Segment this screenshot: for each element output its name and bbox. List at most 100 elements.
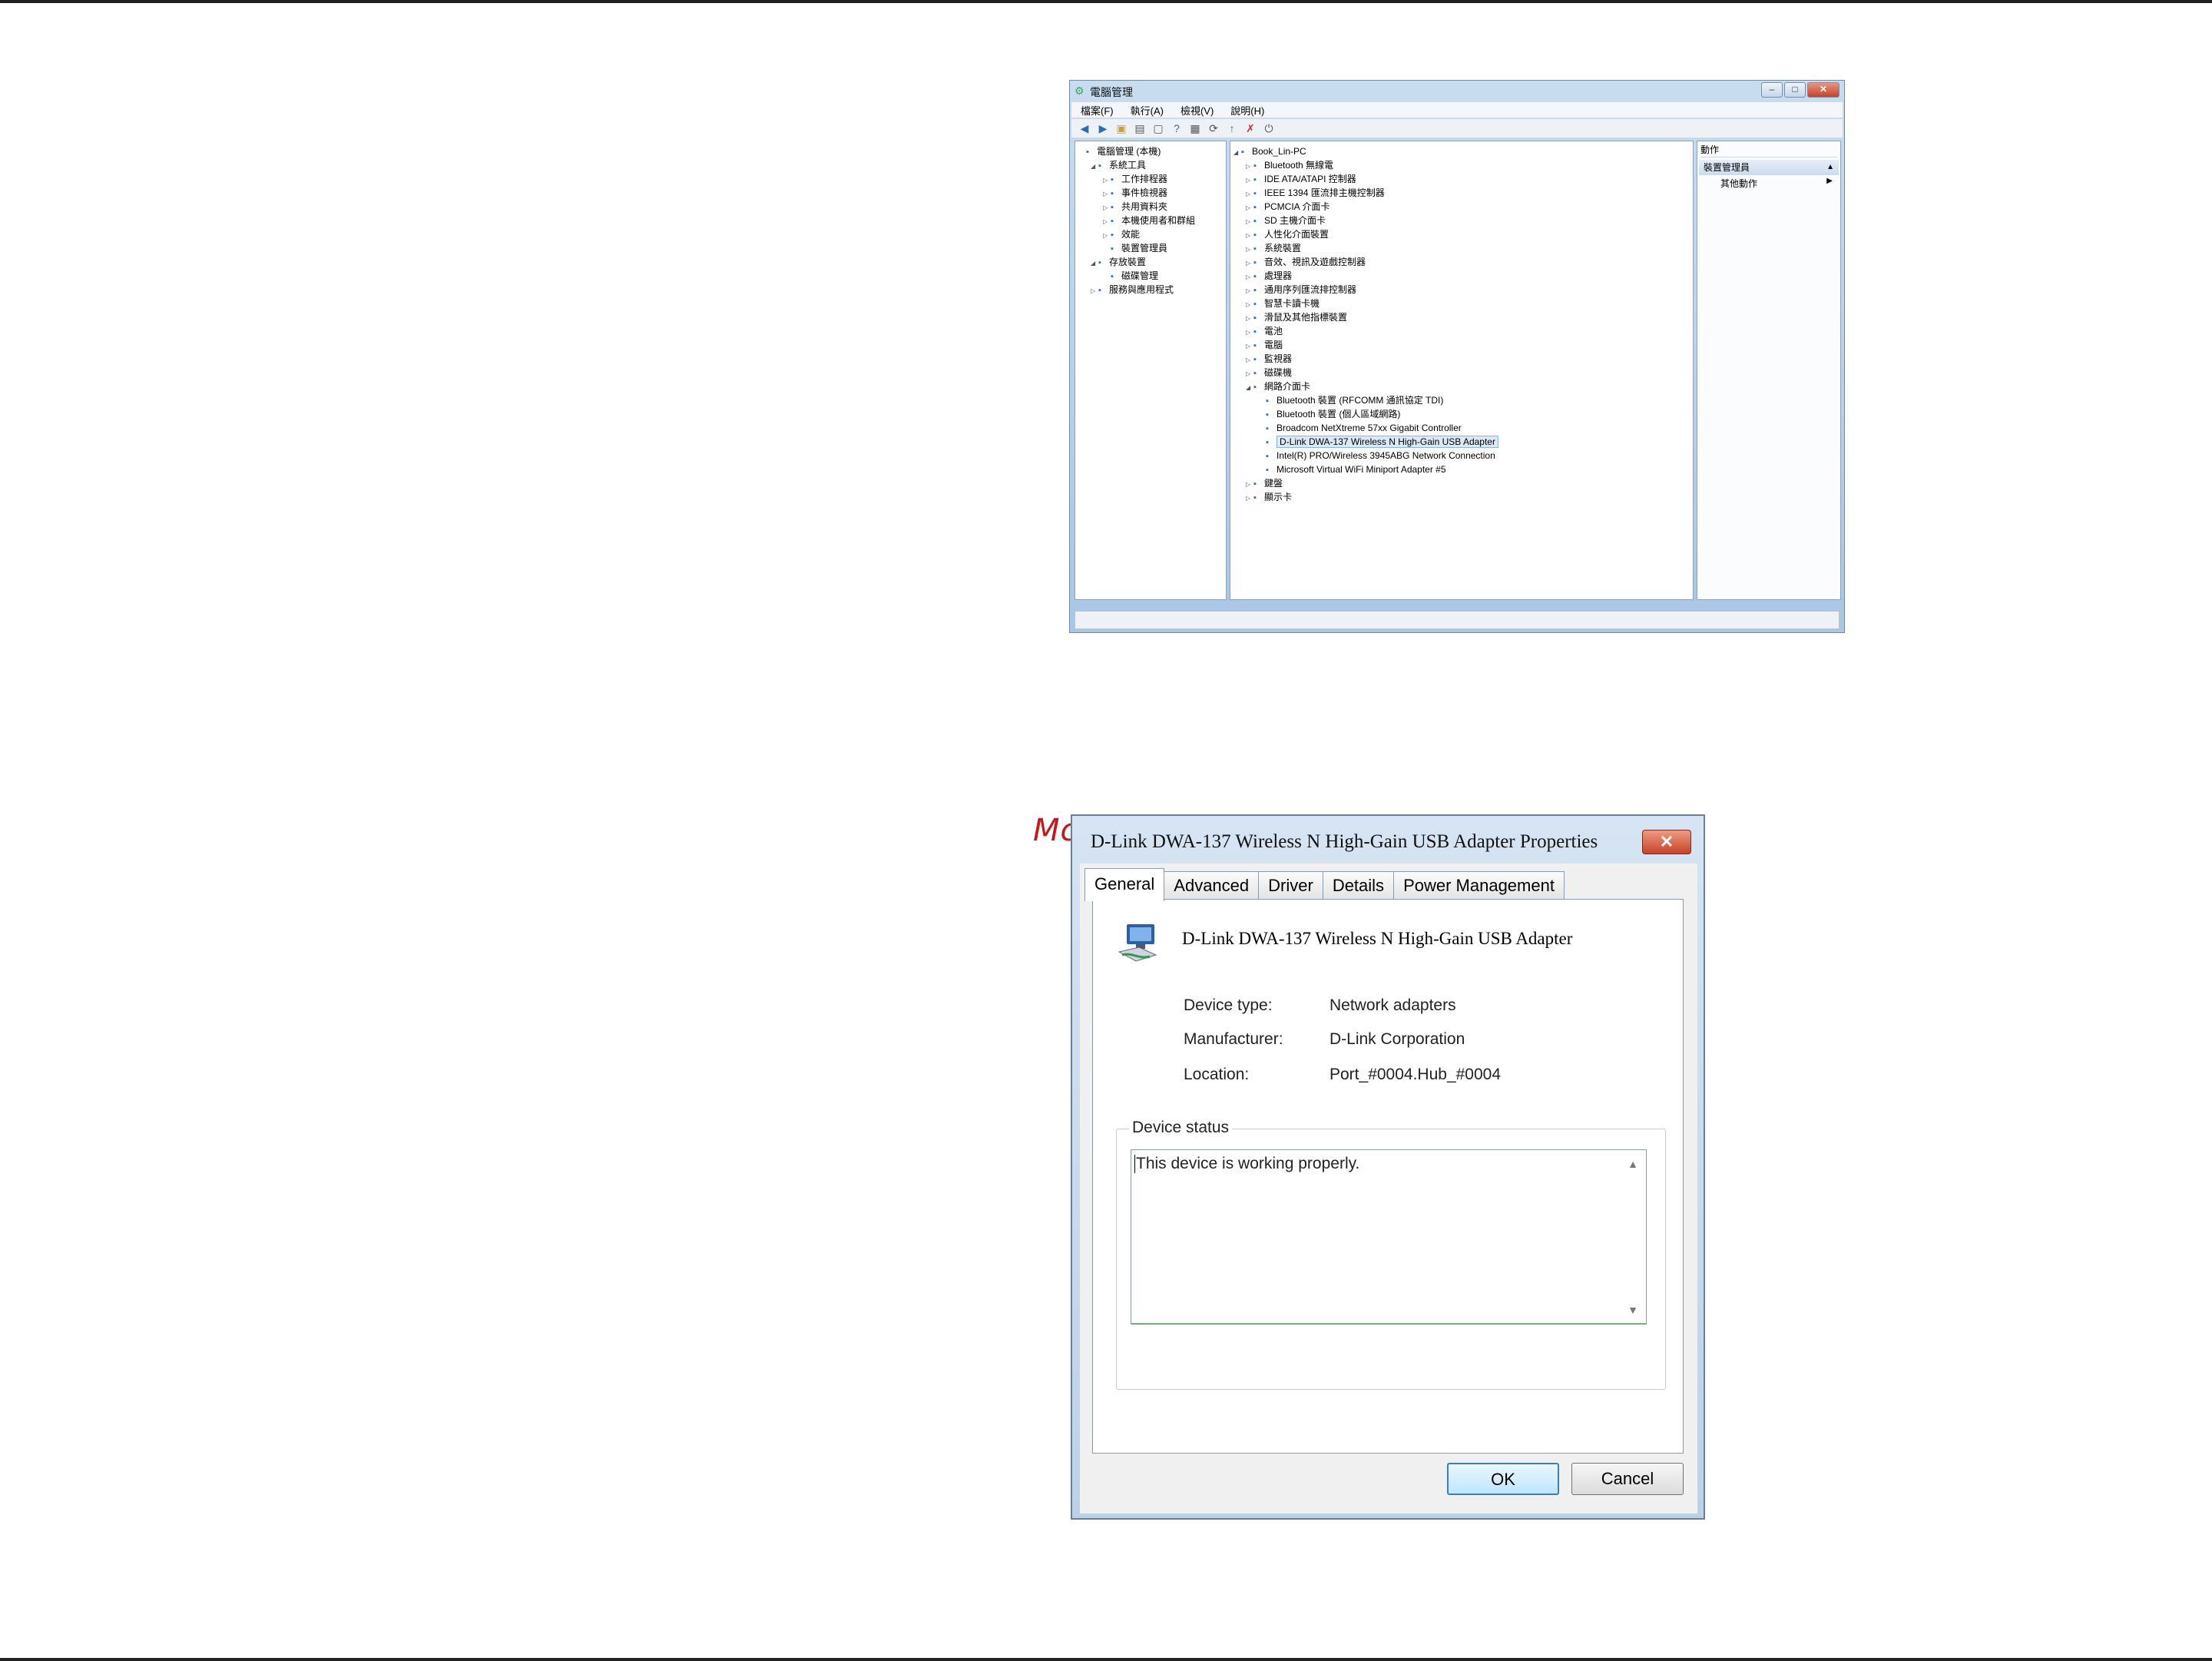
hid-icon: ▪ xyxy=(1253,230,1257,240)
console-tree-label: 服務與應用程式 xyxy=(1109,284,1174,295)
expanded-arrow-icon[interactable]: ◢ xyxy=(1246,381,1253,395)
device-tree-item[interactable]: ▷ ▪ Bluetooth 無線電 xyxy=(1246,158,1333,172)
console-tree-item[interactable]: ▷ ▪ 服務與應用程式 xyxy=(1091,283,1174,297)
display-icon: ▪ xyxy=(1253,493,1257,502)
cancel-button[interactable]: Cancel xyxy=(1571,1463,1684,1495)
ide-icon: ▪ xyxy=(1253,175,1257,184)
console-tree-item[interactable]: ▷ ▪ 工作排程器 xyxy=(1103,172,1167,186)
actions-section[interactable]: 裝置管理員 ▲ xyxy=(1699,160,1839,175)
console-tree-item[interactable]: ▪ 磁碟管理 xyxy=(1103,269,1158,283)
location-label: Location: xyxy=(1184,1066,1250,1083)
device-tree-item[interactable]: ▷ ▪ 電池 xyxy=(1246,324,1283,338)
network-icon: ▪ xyxy=(1253,383,1257,392)
device-tree-item[interactable]: ▪ Bluetooth 裝置 (RFCOMM 通訊協定 TDI) xyxy=(1258,393,1443,407)
tab-power-management[interactable]: Power Management xyxy=(1393,871,1565,900)
top-rule xyxy=(0,0,2212,3)
expanded-arrow-icon[interactable]: ◢ xyxy=(1233,146,1241,160)
device-tree-item[interactable]: ▷ ▪ 滑鼠及其他指標裝置 xyxy=(1246,310,1347,324)
tab-details[interactable]: Details xyxy=(1322,871,1395,900)
device-tree-item[interactable]: ▷ ▪ 智慧卡讀卡機 xyxy=(1246,297,1320,310)
device-status-textbox[interactable]: This device is working properly. ▲ ▼ xyxy=(1131,1149,1647,1324)
dialog-close-button[interactable]: ✕ xyxy=(1642,830,1691,854)
device-tree-item[interactable]: ▪ D-Link DWA-137 Wireless N High-Gain USB… xyxy=(1258,435,1498,449)
device-tree-pane: ◢ ▪ Book_Lin-PC ▷ ▪ Bluetooth 無線電 ▷ ▪ IDE ATA/AT… xyxy=(1230,141,1694,600)
scroll-up-icon[interactable]: ▲ xyxy=(1628,1158,1638,1170)
collapsed-arrow-icon[interactable]: ▷ xyxy=(1091,284,1098,298)
properties-dialog: D-Link DWA-137 Wireless N High-Gain USB … xyxy=(1071,814,1705,1520)
device-tree-item[interactable]: ◢ ▪ Book_Lin-PC xyxy=(1233,144,1306,158)
uninstall-icon[interactable]: ✗ xyxy=(1243,121,1257,135)
device-tree-item[interactable]: ▷ ▪ 系統裝置 xyxy=(1246,241,1301,255)
firewire-icon: ▪ xyxy=(1253,189,1257,198)
scan-hardware-icon[interactable]: ⟳ xyxy=(1207,121,1220,135)
scroll-down-icon[interactable]: ▼ xyxy=(1628,1304,1638,1316)
console-tree-item[interactable]: ▷ ▪ 效能 xyxy=(1103,227,1140,241)
device-tree-item[interactable]: ▷ ▪ 通用序列匯流排控制器 xyxy=(1246,283,1356,297)
device-status-group: Device status This device is working pro… xyxy=(1116,1119,1666,1390)
device-tree-item[interactable]: ▷ ▪ 電腦 xyxy=(1246,338,1283,352)
menu-help[interactable]: 說明(H) xyxy=(1230,103,1264,118)
drive-icon: ▪ xyxy=(1253,369,1257,378)
device-tree-label: Broadcom NetXtreme 57xx Gigabit Controll… xyxy=(1277,423,1462,433)
console-tree-item[interactable]: ◢ ▪ 存放裝置 xyxy=(1091,255,1146,269)
device-tree-label: Microsoft Virtual WiFi Miniport Adapter … xyxy=(1277,464,1446,475)
device-type-label: Device type: xyxy=(1184,996,1273,1014)
collapsed-arrow-icon[interactable]: ▷ xyxy=(1246,492,1253,506)
console-tree-item[interactable]: ▷ ▪ 本機使用者和群組 xyxy=(1103,214,1195,227)
properties-icon[interactable]: ▢ xyxy=(1151,121,1165,135)
tab-advanced[interactable]: Advanced xyxy=(1164,871,1260,900)
device-tree-label: Book_Lin-PC xyxy=(1252,146,1306,157)
computer-management-icon: ⚙ xyxy=(1075,85,1084,97)
keyboard-icon: ▪ xyxy=(1253,479,1257,489)
device-tree-item[interactable]: ▷ ▪ IDE ATA/ATAPI 控制器 xyxy=(1246,172,1356,186)
menu-view[interactable]: 檢視(V) xyxy=(1181,103,1214,118)
device-tree-item[interactable]: ▷ ▪ 磁碟機 xyxy=(1246,366,1292,380)
device-name: D-Link DWA-137 Wireless N High-Gain USB … xyxy=(1182,929,1573,948)
collapse-icon[interactable]: ▲ xyxy=(1826,160,1834,175)
device-tree-item[interactable]: ▪ Broadcom NetXtreme 57xx Gigabit Control… xyxy=(1258,421,1462,435)
forward-arrow-icon[interactable]: ▶ xyxy=(1096,121,1110,135)
status-bar xyxy=(1075,611,1839,629)
device-tree-item[interactable]: ◢ ▪ 網路介面卡 xyxy=(1246,380,1310,393)
device-tree-item[interactable]: ▷ ▪ 音效、視訊及遊戲控制器 xyxy=(1246,255,1366,269)
device-tree-item[interactable]: ▷ ▪ 處理器 xyxy=(1246,269,1292,283)
more-actions-item[interactable]: 其他動作 ▶ xyxy=(1720,177,1837,190)
network-adapter-icon: ▪ xyxy=(1266,396,1269,406)
device-tree-item[interactable]: ▪ Bluetooth 裝置 (個人區域網路) xyxy=(1258,407,1400,421)
location-value: Port_#0004.Hub_#0004 xyxy=(1330,1066,1502,1083)
device-tree-item[interactable]: ▪ Intel(R) PRO/Wireless 3945ABG Network C… xyxy=(1258,449,1495,462)
maximize-button[interactable]: □ xyxy=(1784,82,1806,98)
view-icon[interactable]: ▦ xyxy=(1188,121,1202,135)
device-tree-item[interactable]: ▷ ▪ PCMCIA 介面卡 xyxy=(1246,200,1330,214)
help-icon[interactable]: ? xyxy=(1170,121,1184,135)
update-driver-icon[interactable]: ↑ xyxy=(1225,121,1239,135)
console-tree-item[interactable]: ▷ ▪ 共用資料夾 xyxy=(1103,200,1167,214)
device-tree-item[interactable]: ▷ ▪ 監視器 xyxy=(1246,352,1292,366)
menu-file[interactable]: 檔案(F) xyxy=(1081,103,1114,118)
cm-titlebar: ⚙ 電腦管理 – □ ✕ xyxy=(1070,81,1844,101)
menu-action[interactable]: 執行(A) xyxy=(1131,103,1164,118)
ok-button[interactable]: OK xyxy=(1447,1463,1559,1495)
expanded-arrow-icon[interactable]: ◢ xyxy=(1091,257,1098,270)
device-tree-item[interactable]: ▷ ▪ IEEE 1394 匯流排主機控制器 xyxy=(1246,186,1385,200)
device-tree-label: Bluetooth 裝置 (RFCOMM 通訊協定 TDI) xyxy=(1277,395,1444,406)
up-folder-icon[interactable]: ▣ xyxy=(1114,121,1128,135)
device-tree-item[interactable]: ▷ ▪ 鍵盤 xyxy=(1246,476,1283,490)
device-tree-item[interactable]: ▷ ▪ SD 主機介面卡 xyxy=(1246,214,1326,227)
console-tree-item[interactable]: ▪ 電腦管理 (本機) xyxy=(1078,144,1161,158)
console-tree-item[interactable]: ▪ 裝置管理員 xyxy=(1103,241,1167,255)
expanded-arrow-icon[interactable]: ◢ xyxy=(1091,160,1098,174)
show-hide-tree-icon[interactable]: ▤ xyxy=(1133,121,1147,135)
device-tree-item[interactable]: ▷ ▪ 顯示卡 xyxy=(1246,490,1292,504)
device-tree-item[interactable]: ▪ Microsoft Virtual WiFi Miniport Adapter… xyxy=(1258,462,1446,476)
console-tree-item[interactable]: ◢ ▪ 系統工具 xyxy=(1091,158,1146,172)
minimize-button[interactable]: – xyxy=(1761,82,1783,98)
console-tree-item[interactable]: ▷ ▪ 事件檢視器 xyxy=(1103,186,1167,200)
tab-general[interactable]: General xyxy=(1084,868,1165,901)
enable-device-icon[interactable]: ⏻ xyxy=(1262,121,1276,135)
back-arrow-icon[interactable]: ◀ xyxy=(1078,121,1091,135)
tab-driver[interactable]: Driver xyxy=(1258,871,1323,900)
close-button[interactable]: ✕ xyxy=(1807,82,1839,98)
device-tree-item[interactable]: ▷ ▪ 人性化介面裝置 xyxy=(1246,227,1329,241)
event-icon: ▪ xyxy=(1111,189,1114,198)
